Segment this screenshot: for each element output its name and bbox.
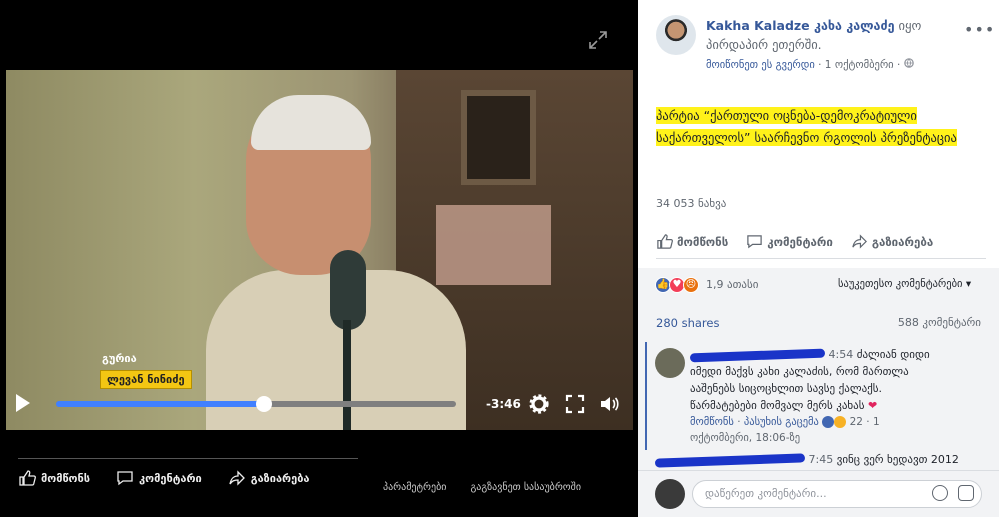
sticker-icon[interactable]	[958, 485, 974, 501]
heart-emoji-icon: ❤	[868, 399, 878, 412]
comment-composer: დაწერეთ კომენტარი...	[638, 470, 999, 517]
comment-thread-bar	[645, 342, 647, 450]
post-side-panel: Kakha Kaladze კახა კალაძე იყო პირდაპირ ე…	[638, 0, 999, 517]
video-caption-name-label: ლევან ნინიძე	[100, 370, 192, 389]
video-comment-label: კომენტარი	[139, 471, 202, 485]
comment-body: 4:54 ძალიან დიდი იმედი მაქვს კახი კალაძი…	[689, 346, 945, 414]
commenter-avatar[interactable]	[655, 348, 685, 378]
post-date[interactable]: 1 ოქტომბერი ·	[825, 59, 904, 71]
progress-knob[interactable]	[256, 396, 272, 412]
post-text-line-2: საქართველოს” საარჩევნო რგოლის პრეზენტაცი…	[656, 129, 957, 146]
video-frame[interactable]: გურია ლევან ნინიძე -3:46	[6, 70, 633, 430]
comment-icon	[747, 235, 762, 249]
author-avatar[interactable]	[656, 15, 696, 55]
angry-reaction-icon[interactable]: 😠	[683, 277, 699, 293]
video-action-bar: მომწონს კომენტარი გაზიარება	[18, 458, 358, 487]
share-count-link[interactable]: 280 shares	[656, 316, 719, 330]
share-icon	[229, 470, 245, 486]
comment-2-timestamp[interactable]: 7:45	[809, 453, 834, 466]
comment-like-reaction-icon	[822, 416, 835, 428]
send-to-messenger-link[interactable]: გაგზავნეთ სასაუბროში	[470, 482, 581, 493]
like-button[interactable]: მომწონს	[656, 233, 728, 250]
video-controls: -3:46	[6, 390, 633, 418]
view-count: 34 053 ნახვა	[656, 197, 727, 210]
progress-fill	[56, 401, 264, 407]
video-person-hair	[251, 95, 371, 150]
like-icon	[657, 234, 673, 249]
comment-actions: მომწონს · პასუხის გაცემა 22 · 1 ოქტომბერ…	[690, 416, 880, 444]
meta-separator: ·	[814, 59, 825, 71]
comment-wow-reaction-icon	[834, 416, 847, 428]
comment-2-text: ვინც ვერ ხედავთ 2012	[836, 453, 959, 466]
video-like-button[interactable]: მომწონს	[18, 469, 90, 487]
video-comment-button[interactable]: კომენტარი	[116, 469, 202, 487]
redacted-name-scribble	[689, 348, 826, 362]
volume-icon[interactable]	[598, 393, 620, 415]
post-text: პარტია “ქართული ოცნება-დემოკრატიული საქა…	[656, 105, 986, 149]
comment-sort-dropdown[interactable]: საუკეთესო კომენტარები ▾	[838, 278, 971, 290]
time-remaining: -3:46	[486, 397, 521, 411]
comment-timestamp[interactable]: 4:54	[829, 348, 854, 361]
expand-icon[interactable]	[588, 30, 608, 50]
like-icon	[19, 470, 36, 486]
globe-icon	[903, 58, 914, 71]
redacted-name-scribble	[654, 452, 806, 468]
video-like-label: მომწონს	[41, 471, 91, 485]
like-page-link[interactable]: მოიწონეთ ეს გვერდი	[706, 59, 815, 71]
settings-gear-icon[interactable]	[528, 393, 550, 415]
comment-button[interactable]: კომენტარი	[746, 233, 833, 250]
play-icon[interactable]	[16, 394, 30, 412]
emoji-icon[interactable]	[932, 485, 948, 501]
comment-reply-link[interactable]: პასუხის გაცემა	[744, 416, 819, 428]
video-window	[461, 90, 536, 185]
reaction-count[interactable]: 1,9 ათასი	[706, 278, 758, 291]
author-name-link[interactable]: Kakha Kaladze კახა კალაძე	[706, 18, 895, 33]
comment-icon	[117, 471, 133, 486]
post-action-bar: მომწონს კომენტარი გაზიარება	[656, 233, 986, 259]
video-footer-links: პარამეტრები გაგზავნეთ სასაუბროში	[383, 482, 581, 493]
share-icon	[852, 234, 867, 249]
reactions-summary: 👍 ♥ 😠 1,9 ათასი საუკეთესო კომენტარები ▾	[638, 268, 999, 304]
comment-count[interactable]: 588 კომენტარი	[898, 316, 981, 329]
video-cloth	[436, 205, 551, 285]
shares-summary: 280 shares 588 კომენტარი	[638, 304, 999, 340]
current-user-avatar	[655, 479, 685, 509]
settings-link[interactable]: პარამეტრები	[383, 482, 446, 493]
fullscreen-icon[interactable]	[564, 393, 586, 415]
share-label: გაზიარება	[871, 234, 934, 249]
comment-label: კომენტარი	[767, 234, 833, 249]
comment-item-2: 7:45 ვინც ვერ ხედავთ 2012	[654, 452, 985, 468]
video-share-label: გაზიარება	[250, 471, 310, 485]
more-options-icon[interactable]: •••	[964, 20, 994, 39]
comment-list: 4:54 ძალიან დიდი იმედი მაქვს კახი კალაძი…	[638, 340, 999, 470]
video-pane: გურია ლევან ნინიძე -3:46 მომწონს კომენტა…	[0, 0, 638, 517]
post-text-line-1: პარტია “ქართული ოცნება-დემოკრატიული	[656, 107, 917, 124]
post-meta: მოიწონეთ ეს გვერდი · 1 ოქტომბერი ·	[706, 58, 914, 71]
microphone	[330, 250, 366, 330]
app-root: გურია ლევან ნინიძე -3:46 მომწონს კომენტა…	[0, 0, 999, 517]
video-caption-region: გურია	[102, 352, 137, 365]
post-header: Kakha Kaladze კახა კალაძე იყო პირდაპირ ე…	[706, 16, 956, 54]
video-share-button[interactable]: გაზიარება	[228, 469, 310, 487]
share-button[interactable]: გაზიარება	[851, 233, 933, 250]
comment-reaction-count[interactable]: 22	[850, 416, 863, 428]
like-label: მომწონს	[677, 234, 729, 249]
comment-like-link[interactable]: მომწონს	[690, 416, 734, 428]
